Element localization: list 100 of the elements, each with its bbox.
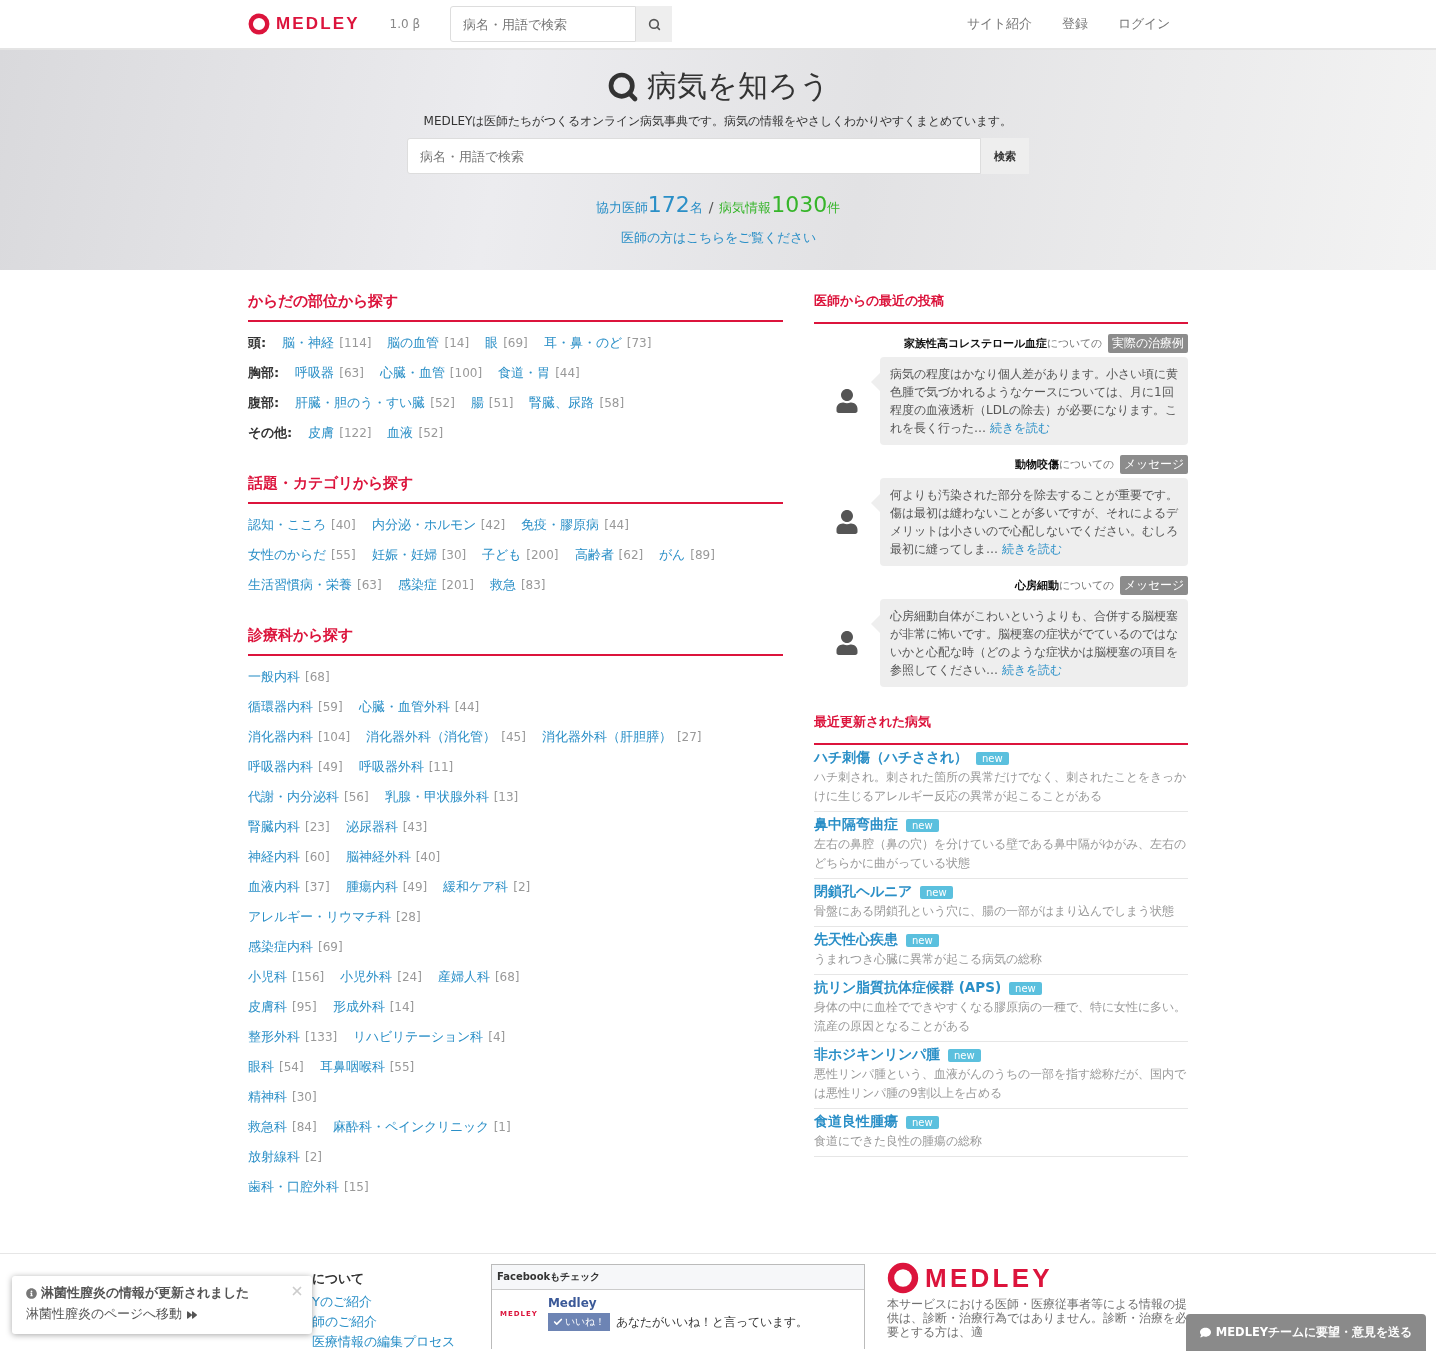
category-link[interactable]: 食道・胃 (498, 364, 551, 382)
nav-link[interactable]: 登録 (1062, 15, 1088, 33)
article-count: [63] (339, 366, 364, 380)
category-link[interactable]: アレルギー・リウマチ科 (248, 908, 391, 926)
article-count: [69] (318, 940, 343, 954)
category-link[interactable]: 呼吸器外科 (358, 758, 424, 776)
category-link[interactable]: リハビリテーション科 (353, 1028, 484, 1046)
category-link[interactable]: 消化器外科（消化管） (366, 728, 497, 746)
article-count: [104] (318, 730, 351, 744)
category-link[interactable]: 形成外科 (332, 998, 385, 1016)
read-more-link[interactable]: 続きを読む (989, 421, 1050, 435)
search-button[interactable]: 検索 (981, 138, 1029, 174)
category-link[interactable]: 麻酔科・ペインクリニック (332, 1118, 489, 1136)
category-link[interactable]: 生活習慣病・栄養 (248, 576, 352, 594)
search-button[interactable] (636, 6, 673, 42)
section-title: 最近更新された病気 (814, 713, 1188, 745)
category-link[interactable]: 耳・鼻・のど (543, 334, 622, 352)
category-link[interactable]: 神経内科 (248, 848, 300, 866)
category-link[interactable]: 放射線科 (248, 1148, 300, 1166)
disease-link[interactable]: 閉鎖孔ヘルニア (814, 883, 912, 901)
category-link[interactable]: 腫瘍内科 (345, 878, 398, 896)
nav-link[interactable]: ログイン (1118, 15, 1170, 33)
category-link[interactable]: 産婦人科 (437, 968, 490, 986)
new-badge: new (906, 818, 939, 832)
disease-link[interactable]: 抗リン脂質抗体症候群 (APS) (814, 979, 1002, 997)
search-field[interactable]: 病名・用語で検索 (450, 6, 637, 42)
disease-link[interactable]: 鼻中隔弯曲症 (814, 816, 898, 834)
category-link[interactable]: 泌尿器科 (345, 818, 398, 836)
category-link[interactable]: 感染症内科 (248, 938, 313, 956)
category-link[interactable]: 子ども (482, 546, 522, 564)
category-link[interactable]: 小児外科 (340, 968, 393, 986)
feedback-button[interactable]: MEDLEYチームに要望・意見を送る (1186, 1314, 1426, 1351)
footer-link[interactable]: 医療情報の編集プロセス (312, 1332, 491, 1351)
article-count: [43] (402, 820, 428, 834)
category-link[interactable]: 皮膚科 (248, 998, 287, 1016)
category-link[interactable]: 免疫・膠原病 (521, 516, 600, 534)
page-name-link[interactable]: Medley (547, 1296, 808, 1310)
category-link[interactable]: 歯科・口腔外科 (248, 1178, 339, 1196)
category-link[interactable]: 脳・神経 (282, 334, 335, 352)
article-count: [13] (493, 790, 519, 804)
category-link[interactable]: がん (659, 546, 686, 564)
article-count: [200] (526, 548, 559, 562)
like-button[interactable]: いいね！ (547, 1313, 610, 1331)
doctor-link[interactable]: 医師の方はこちらをご覧ください (620, 229, 816, 247)
category-link[interactable]: 消化器内科 (248, 728, 313, 746)
category-link[interactable]: 皮膚 (308, 424, 335, 442)
article-count: [114] (339, 336, 372, 350)
row-label: その他: (248, 424, 293, 442)
category-link[interactable]: 脳の血管 (387, 334, 440, 352)
article-count: [49] (318, 760, 343, 774)
row-label: 腹部: (248, 394, 280, 412)
search-field[interactable]: 病名・用語で検索 (407, 138, 981, 174)
read-more-link[interactable]: 続きを読む (1001, 663, 1062, 677)
post-tag: 実際の治療例 (1108, 334, 1188, 353)
category-link[interactable]: 呼吸器 (295, 364, 335, 382)
category-link[interactable]: 血液内科 (248, 878, 300, 896)
category-link[interactable]: 眼 (485, 334, 499, 352)
disease-link[interactable]: 食道良性腫瘍 (814, 1113, 898, 1131)
category-link[interactable]: 整形外科 (248, 1028, 300, 1046)
disease-link[interactable]: 先天性心疾患 (814, 931, 898, 949)
category-link[interactable]: 認知・こころ (248, 516, 326, 534)
category-link[interactable]: 精神科 (248, 1088, 287, 1106)
category-link[interactable]: 循環器内科 (248, 698, 313, 716)
category-link[interactable]: 救急科 (248, 1118, 287, 1136)
category-link[interactable]: 高齢者 (574, 546, 614, 564)
category-link[interactable]: 感染症 (397, 576, 437, 594)
disease-link[interactable]: 非ホジキンリンパ腫 (814, 1046, 940, 1064)
category-link[interactable]: 血液 (387, 424, 414, 442)
category-link[interactable]: 心臓・血管 (379, 364, 445, 382)
logo[interactable]: MEDLEY (276, 14, 360, 34)
category-link[interactable]: 呼吸器内科 (248, 758, 313, 776)
category-link[interactable]: 代謝・内分泌科 (248, 788, 339, 806)
category-link[interactable]: 腸 (470, 394, 484, 412)
read-more-link[interactable]: 続きを読む (1001, 542, 1062, 556)
category-link[interactable]: 腎臓、尿路 (529, 394, 595, 412)
category-link[interactable]: 心臓・血管外科 (358, 698, 450, 716)
category-link[interactable]: 妊娠・妊婦 (371, 546, 437, 564)
logo-icon (248, 13, 270, 35)
category-link[interactable]: 女性のからだ (248, 546, 326, 564)
category-link[interactable]: 消化器外科（肝胆膵） (541, 728, 672, 746)
category-link[interactable]: 腎臓内科 (248, 818, 300, 836)
category-link[interactable]: 内分泌・ホルモン (371, 516, 476, 534)
category-link[interactable]: 脳神経外科 (345, 848, 411, 866)
category-link[interactable]: 耳鼻咽喉科 (319, 1058, 385, 1076)
article-count: [58] (599, 396, 625, 410)
close-icon (290, 1284, 304, 1298)
notification-link[interactable]: 淋菌性膣炎のページへ移動 (26, 1306, 298, 1323)
nav-link[interactable]: サイト紹介 (967, 15, 1032, 33)
category-link[interactable]: 眼科 (248, 1058, 274, 1076)
article-count: [83] (520, 578, 546, 592)
category-link[interactable]: 救急 (489, 576, 516, 594)
version-label: 1.0 β (389, 17, 421, 31)
disease-link[interactable]: ハチ刺傷（ハチさされ） (814, 749, 968, 767)
category-link[interactable]: 小児科 (248, 968, 287, 986)
footer-link[interactable]: 師のご紹介 (312, 1312, 491, 1332)
category-link[interactable]: 肝臓・胆のう・すい臓 (295, 394, 426, 412)
category-link[interactable]: 一般内科 (248, 668, 300, 686)
category-link[interactable]: 乳腺・甲状腺外科 (384, 788, 489, 806)
footer-link[interactable]: Yのご紹介 (312, 1292, 491, 1312)
category-link[interactable]: 緩和ケア科 (443, 878, 509, 896)
